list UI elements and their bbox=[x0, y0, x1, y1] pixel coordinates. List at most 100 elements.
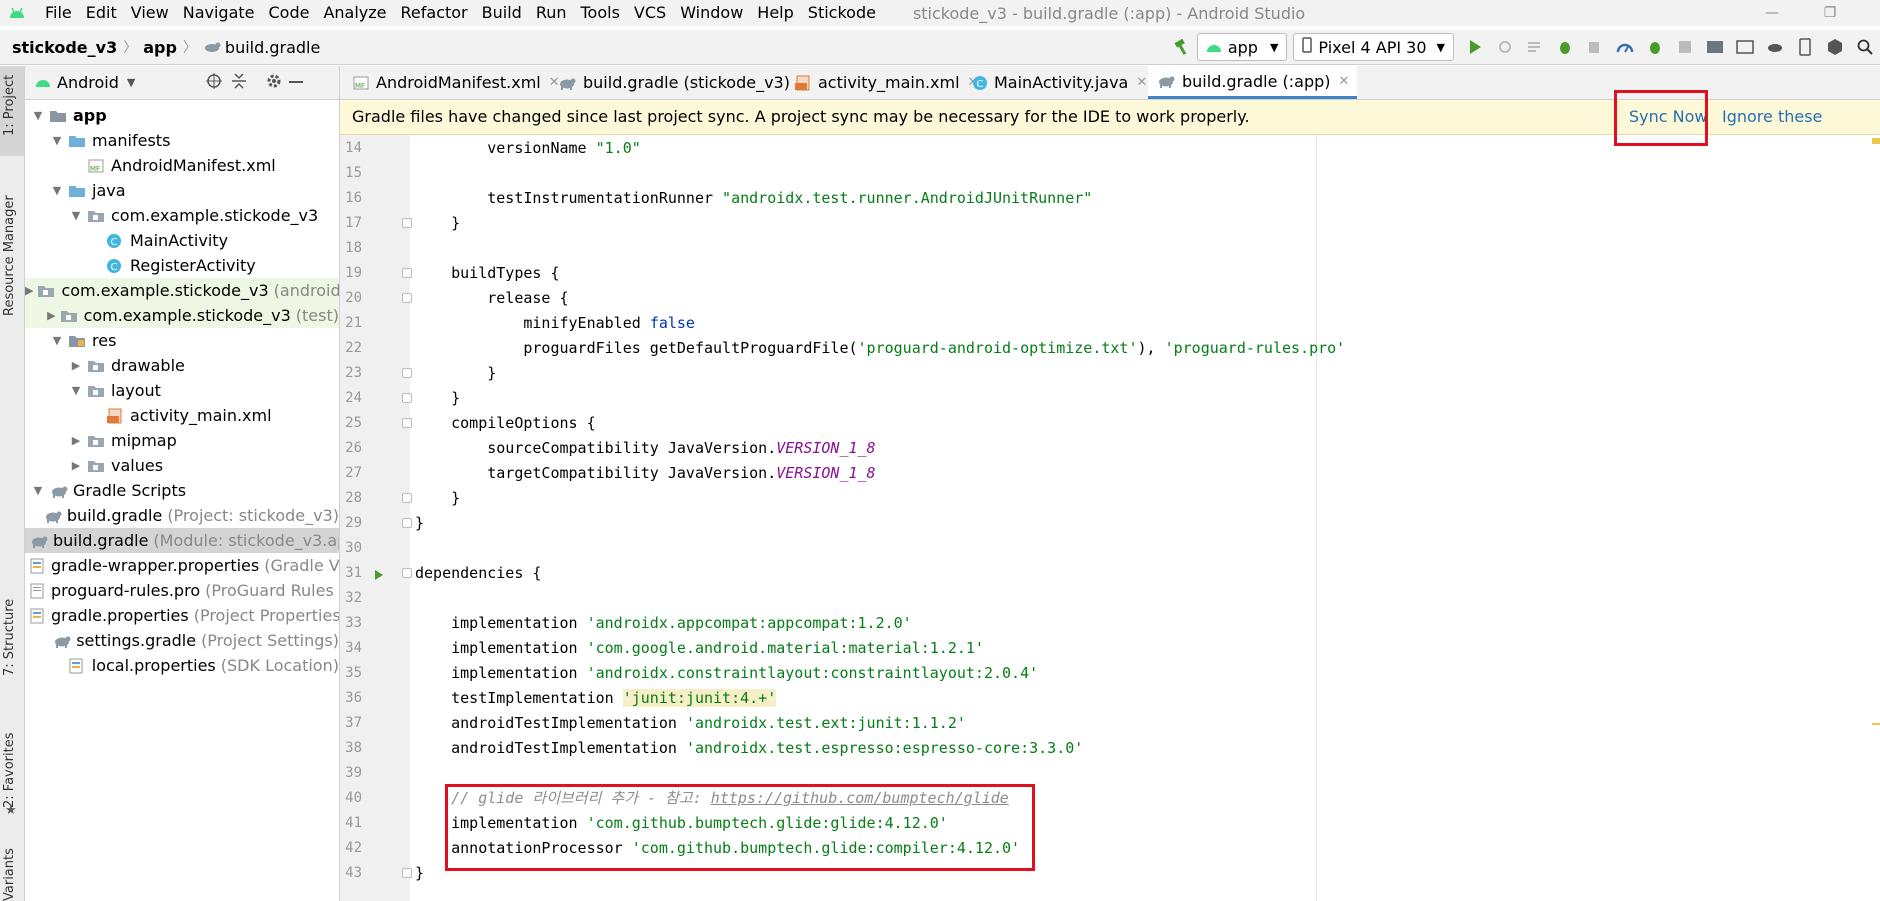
scroll-marker[interactable] bbox=[1872, 723, 1880, 725]
expand-down-icon[interactable]: ▼ bbox=[69, 209, 83, 222]
expand-right-icon[interactable]: ▶ bbox=[69, 434, 83, 447]
fold-marker-icon[interactable] bbox=[402, 868, 412, 878]
profiler-icon[interactable] bbox=[1610, 32, 1640, 62]
favorites-label[interactable]: 2: Favorites bbox=[2, 732, 17, 808]
expand-right-icon[interactable]: ▶ bbox=[47, 309, 55, 322]
project-tool-label[interactable]: 1: Project bbox=[2, 75, 17, 136]
editor-tab[interactable]: C MainActivity.java ✕ bbox=[972, 66, 1147, 99]
tree-item[interactable]: ▼ java bbox=[25, 178, 339, 203]
build-variants-label[interactable]: Variants bbox=[2, 848, 17, 901]
expand-right-icon[interactable]: ▶ bbox=[25, 284, 33, 297]
fold-marker-icon[interactable] bbox=[402, 393, 412, 403]
close-icon[interactable]: ✕ bbox=[1136, 75, 1147, 90]
fold-marker-icon[interactable] bbox=[402, 368, 412, 378]
menu-run[interactable]: Run bbox=[529, 1, 574, 25]
tree-item[interactable]: ▼ app bbox=[25, 103, 339, 128]
apply-changes-icon[interactable] bbox=[1490, 32, 1520, 62]
target-icon[interactable] bbox=[205, 72, 223, 94]
editor-tab[interactable]: build.gradle (stickode_v3)✕ bbox=[557, 66, 809, 99]
editor-tab[interactable]: activity_main.xml✕ bbox=[794, 66, 978, 99]
gear-icon[interactable] bbox=[265, 72, 283, 94]
menu-view[interactable]: View bbox=[124, 1, 176, 25]
tree-item[interactable]: gradle-wrapper.properties(Gradle Version… bbox=[25, 553, 339, 578]
search-icon[interactable] bbox=[1850, 32, 1880, 62]
resource-manager-label[interactable]: Resource Manager bbox=[2, 195, 17, 316]
expand-right-icon[interactable]: ▶ bbox=[69, 359, 83, 372]
debug-icon[interactable] bbox=[1550, 32, 1580, 62]
menu-stickode[interactable]: Stickode bbox=[801, 1, 883, 25]
menu-navigate[interactable]: Navigate bbox=[176, 1, 262, 25]
scroll-marker[interactable] bbox=[1872, 138, 1880, 144]
menu-refactor[interactable]: Refactor bbox=[394, 1, 475, 25]
tree-item[interactable]: activity_main.xml bbox=[25, 403, 339, 428]
layout-inspector-icon[interactable] bbox=[1730, 32, 1760, 62]
expand-down-icon[interactable]: ▼ bbox=[50, 334, 64, 347]
tree-item[interactable]: ▼ com.example.stickode_v3 bbox=[25, 203, 339, 228]
project-view-select[interactable]: Android bbox=[57, 73, 119, 92]
expand-down-icon[interactable]: ▼ bbox=[31, 484, 45, 497]
tree-item[interactable]: ▼ res bbox=[25, 328, 339, 353]
expand-down-icon[interactable]: ▼ bbox=[50, 184, 64, 197]
tree-item[interactable]: MF AndroidManifest.xml bbox=[25, 153, 339, 178]
run-gutter-icon[interactable] bbox=[374, 567, 384, 585]
tree-item[interactable]: ▼ Gradle Scripts bbox=[25, 478, 339, 503]
fold-marker-icon[interactable] bbox=[402, 568, 412, 578]
run-icon[interactable] bbox=[1460, 32, 1490, 62]
tree-item[interactable]: ▶ com.example.stickode_v3 (test) bbox=[25, 303, 339, 328]
fold-marker-icon[interactable] bbox=[402, 518, 412, 528]
sync-gradle-icon[interactable] bbox=[1760, 32, 1790, 62]
fold-marker-icon[interactable] bbox=[402, 268, 412, 278]
maximize-icon[interactable]: ❐ bbox=[1810, 0, 1850, 26]
expand-down-icon[interactable]: ▼ bbox=[69, 384, 83, 397]
fold-marker-icon[interactable] bbox=[402, 218, 412, 228]
tree-item[interactable]: local.properties (SDK Location) bbox=[25, 653, 339, 678]
tree-item[interactable]: C RegisterActivity bbox=[25, 253, 339, 278]
chevron-down-icon[interactable]: ▼ bbox=[127, 76, 135, 89]
fold-marker-icon[interactable] bbox=[402, 493, 412, 503]
run-config-select[interactable]: app ▼ bbox=[1196, 33, 1288, 61]
avd-manager-icon[interactable] bbox=[1790, 32, 1820, 62]
tree-item[interactable]: ▶ com.example.stickode_v3(androidTest) bbox=[25, 278, 339, 303]
debug-attach-icon[interactable] bbox=[1640, 32, 1670, 62]
expand-right-icon[interactable]: ▶ bbox=[69, 459, 83, 472]
breadcrumb-file[interactable]: build.gradle bbox=[225, 38, 320, 57]
breadcrumb-project[interactable]: stickode_v3 bbox=[12, 38, 117, 57]
expand-down-icon[interactable]: ▼ bbox=[31, 109, 45, 122]
collapse-all-icon[interactable] bbox=[231, 72, 247, 94]
sdk-manager-icon[interactable] bbox=[1820, 32, 1850, 62]
minimize-icon[interactable]: — bbox=[1752, 0, 1792, 26]
tree-item[interactable]: C MainActivity bbox=[25, 228, 339, 253]
menu-tools[interactable]: Tools bbox=[574, 1, 627, 25]
close-icon[interactable]: ✕ bbox=[1339, 74, 1350, 89]
expand-down-icon[interactable]: ▼ bbox=[50, 134, 64, 147]
editor-tab[interactable]: MF AndroidManifest.xml ✕ bbox=[352, 66, 560, 99]
tree-item[interactable]: ▶ drawable bbox=[25, 353, 339, 378]
hide-panel-icon[interactable] bbox=[289, 81, 303, 83]
menu-help[interactable]: Help bbox=[750, 1, 800, 25]
menu-analyze[interactable]: Analyze bbox=[316, 1, 393, 25]
fold-marker-icon[interactable] bbox=[402, 293, 412, 303]
tree-item[interactable]: ▼ layout bbox=[25, 378, 339, 403]
tree-item[interactable]: proguard-rules.pro(ProGuard Rules for st… bbox=[25, 578, 339, 603]
menu-build[interactable]: Build bbox=[475, 1, 529, 25]
menu-edit[interactable]: Edit bbox=[79, 1, 124, 25]
apply-code-changes-icon[interactable] bbox=[1520, 32, 1550, 62]
tree-item[interactable]: build.gradle(Module: stickode_v3.app) bbox=[25, 528, 339, 553]
menu-window[interactable]: Window bbox=[673, 1, 750, 25]
editor-tab[interactable]: build.gradle (:app) ✕ bbox=[1148, 66, 1358, 99]
tree-item[interactable]: ▼ manifests bbox=[25, 128, 339, 153]
menu-file[interactable]: File bbox=[38, 1, 79, 25]
structure-label[interactable]: 7: Structure bbox=[2, 599, 17, 676]
menu-code[interactable]: Code bbox=[262, 1, 317, 25]
tree-item[interactable]: settings.gradle (Project Settings) bbox=[25, 628, 339, 653]
attach-debugger-icon[interactable] bbox=[1580, 32, 1610, 62]
build-hammer-icon[interactable] bbox=[1167, 32, 1197, 62]
breadcrumb-module[interactable]: app bbox=[143, 38, 177, 57]
device-select[interactable]: Pixel 4 API 30 ▼ bbox=[1293, 33, 1454, 61]
tree-item[interactable]: ▶ mipmap bbox=[25, 428, 339, 453]
project-structure-icon[interactable] bbox=[1700, 32, 1730, 62]
tree-item[interactable]: build.gradle (Project: stickode_v3) bbox=[25, 503, 339, 528]
tree-item[interactable]: gradle.properties (Project Properties) bbox=[25, 603, 339, 628]
menu-vcs[interactable]: VCS bbox=[627, 1, 673, 25]
fold-marker-icon[interactable] bbox=[402, 418, 412, 428]
